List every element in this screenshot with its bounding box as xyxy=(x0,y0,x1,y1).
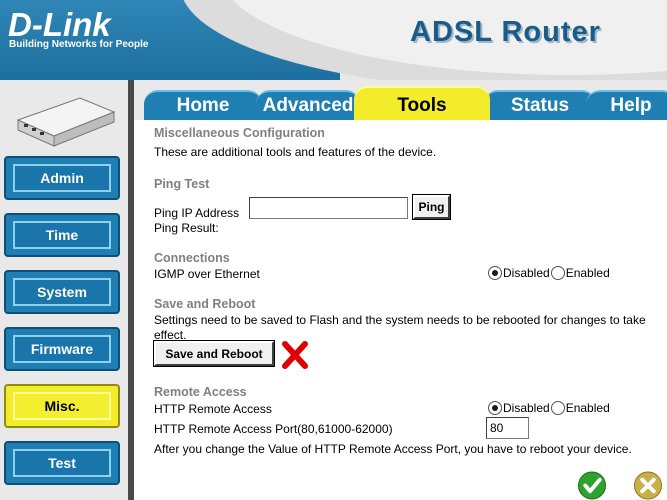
green-check-icon[interactable] xyxy=(577,471,607,500)
ping-section-title: Ping Test xyxy=(154,177,210,191)
save-reboot-section-title: Save and Reboot xyxy=(154,297,256,311)
header-banner: D-Link Building Networks for People ADSL… xyxy=(0,0,667,80)
sidebar-item-test[interactable]: Test xyxy=(4,441,120,485)
sidebar-item-misc[interactable]: Misc. xyxy=(4,384,120,428)
ping-button[interactable]: Ping xyxy=(412,194,451,220)
red-x-icon xyxy=(282,341,308,369)
tab-advanced[interactable]: Advanced xyxy=(256,90,360,120)
remote-access-disabled-label: Disabled xyxy=(503,401,550,415)
save-and-reboot-button[interactable]: Save and Reboot xyxy=(153,340,275,367)
remote-port-input[interactable] xyxy=(486,417,529,439)
tab-label: Status xyxy=(510,95,570,116)
sidebar-item-label: System xyxy=(13,278,111,306)
tab-tools[interactable]: Tools xyxy=(354,86,490,120)
tab-label: Tools xyxy=(397,95,447,116)
ping-result-label: Ping Result: xyxy=(154,221,219,235)
tab-help[interactable]: Help xyxy=(586,90,667,120)
ping-button-label: Ping xyxy=(418,200,445,214)
sidebar-item-label: Misc. xyxy=(13,392,111,420)
igmp-disabled-label: Disabled xyxy=(503,266,550,280)
http-remote-access-label: HTTP Remote Access xyxy=(154,402,272,416)
tab-label: Help xyxy=(610,95,652,116)
save-reboot-text: Settings need to be saved to Flash and t… xyxy=(154,313,646,342)
sidebar-item-admin[interactable]: Admin xyxy=(4,156,120,200)
igmp-disabled-radio[interactable] xyxy=(488,266,502,280)
igmp-enabled-label: Enabled xyxy=(565,266,610,280)
page-description: These are additional tools and features … xyxy=(154,145,437,159)
tab-label: Home xyxy=(176,95,230,116)
connections-section-title: Connections xyxy=(154,251,230,265)
remote-access-section-title: Remote Access xyxy=(154,385,247,399)
remote-access-radio-group: Disabled Enabled xyxy=(488,401,610,415)
page-title: Miscellaneous Configuration xyxy=(154,126,325,140)
main-content: Miscellaneous Configuration These are ad… xyxy=(144,120,667,500)
tab-status[interactable]: Status xyxy=(484,90,596,120)
sidebar-item-label: Firmware xyxy=(13,335,111,363)
sidebar-item-firmware[interactable]: Firmware xyxy=(4,327,120,371)
remote-access-disabled-radio[interactable] xyxy=(488,401,502,415)
sidebar-item-label: Test xyxy=(13,449,111,477)
sidebar-item-time[interactable]: Time xyxy=(4,213,120,257)
ping-ip-input[interactable] xyxy=(249,197,408,219)
tab-home[interactable]: Home xyxy=(144,90,262,120)
igmp-label: IGMP over Ethernet xyxy=(154,267,260,281)
sidebar-divider xyxy=(128,80,134,500)
sidebar-item-system[interactable]: System xyxy=(4,270,120,314)
tab-bar: Home Advanced Status Help Tools xyxy=(134,80,667,120)
save-and-reboot-label: Save and Reboot xyxy=(165,346,263,361)
cancel-x-icon[interactable] xyxy=(633,471,663,500)
sidebar-item-label: Time xyxy=(13,221,111,249)
logo-tagline: Building Networks for People xyxy=(9,39,149,50)
router-device-image xyxy=(16,97,116,147)
remote-port-label: HTTP Remote Access Port(80,61000-62000) xyxy=(154,422,393,436)
sidebar: Admin Time System Firmware Misc. Test xyxy=(0,80,134,500)
igmp-enabled-radio[interactable] xyxy=(550,266,565,280)
remote-access-enabled-label: Enabled xyxy=(565,401,610,415)
ping-ip-label: Ping IP Address xyxy=(154,206,240,220)
product-title: ADSL Router xyxy=(410,16,601,48)
remote-port-note: After you change the Value of HTTP Remot… xyxy=(154,442,632,456)
remote-access-enabled-radio[interactable] xyxy=(550,401,565,415)
igmp-radio-group: Disabled Enabled xyxy=(488,266,610,280)
tab-label: Advanced xyxy=(262,95,354,116)
sidebar-item-label: Admin xyxy=(13,164,111,192)
